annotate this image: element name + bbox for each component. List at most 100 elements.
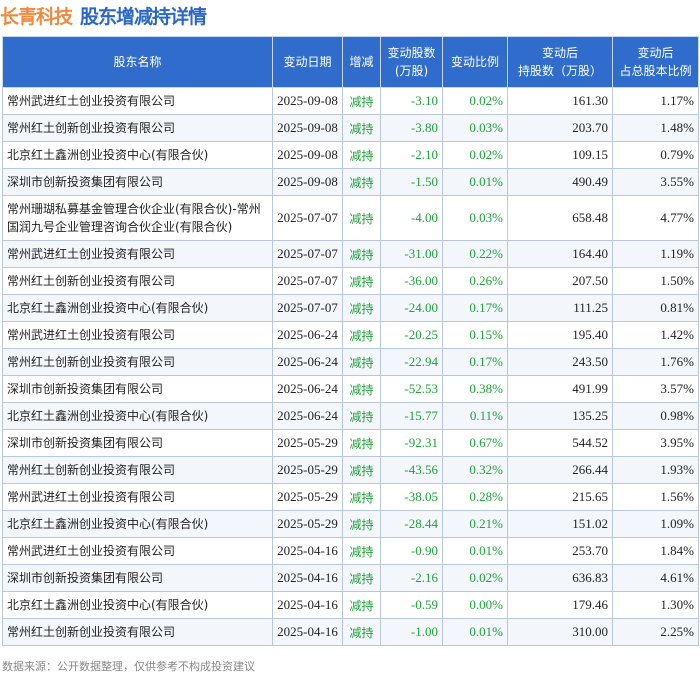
change-ratio: 0.21% [442,510,508,538]
change-direction: 减持 [342,294,381,322]
change-date: 2025-06-24 [272,402,343,430]
change-shares: -2.16 [380,564,443,592]
shares-after: 544.52 [507,429,613,457]
shareholder-name: 常州红土创新创业投资有限公司 [2,114,273,142]
change-ratio: 0.26% [442,267,508,295]
ratio-after: 0.98% [612,402,699,430]
change-date: 2025-09-08 [272,114,343,142]
shareholder-name: 常州武进红土创业投资有限公司 [2,483,273,511]
change-direction: 减持 [342,564,381,592]
change-ratio: 0.01% [442,537,508,565]
table-row: 常州红土创新创业投资有限公司 2025-07-07 减持 -36.00 0.26% 207… [2,267,699,295]
ratio-after: 3.95% [612,429,699,457]
change-direction: 减持 [342,537,381,565]
table-row: 北京红土鑫洲创业投资中心(有限合伙) 2025-07-07 减持 -24.00 0.17… [2,294,699,322]
shares-after: 203.70 [507,114,613,142]
shares-after: 195.40 [507,321,613,349]
shares-after: 266.44 [507,456,613,484]
change-shares: -20.25 [380,321,443,349]
ratio-after: 0.79% [612,141,699,169]
change-shares: -38.05 [380,483,443,511]
change-ratio: 0.02% [442,141,508,169]
shares-after: 135.25 [507,402,613,430]
change-date: 2025-07-07 [272,294,343,322]
shares-after: 215.65 [507,483,613,511]
column-header: 增减 [342,36,381,88]
change-shares: -52.53 [380,375,443,403]
change-shares: -3.80 [380,114,443,142]
shareholder-name: 常州武进红土创业投资有限公司 [2,87,273,115]
change-date: 2025-05-29 [272,510,343,538]
ratio-after: 1.50% [612,267,699,295]
change-date: 2025-07-07 [272,240,343,268]
column-header: 变动后 占总股本比例 [612,36,699,88]
change-shares: -1.50 [380,168,443,196]
ratio-after: 1.48% [612,114,699,142]
change-date: 2025-09-08 [272,141,343,169]
change-shares: -15.77 [380,402,443,430]
change-direction: 减持 [342,321,381,349]
shareholder-name: 北京红土鑫洲创业投资中心(有限合伙) [2,141,273,169]
shareholder-name: 常州红土创新创业投资有限公司 [2,267,273,295]
change-ratio: 0.03% [442,114,508,142]
change-shares: -0.90 [380,537,443,565]
change-direction: 减持 [342,114,381,142]
shares-after: 658.48 [507,195,613,241]
change-ratio: 0.28% [442,483,508,511]
change-ratio: 0.02% [442,564,508,592]
shares-after: 243.50 [507,348,613,376]
table-row: 深圳市创新投资集团有限公司 2025-04-16 减持 -2.16 0.02% 636.8… [2,564,699,592]
ratio-after: 1.93% [612,456,699,484]
change-date: 2025-05-29 [272,456,343,484]
change-direction: 减持 [342,141,381,169]
column-header: 变动股数 (万股) [380,36,443,88]
change-shares: -31.00 [380,240,443,268]
change-date: 2025-05-29 [272,429,343,457]
table-row: 深圳市创新投资集团有限公司 2025-06-24 减持 -52.53 0.38% 491.… [2,375,699,403]
table-row: 常州武进红土创业投资有限公司 2025-06-24 减持 -20.25 0.15% 195… [2,321,699,349]
column-header: 股东名称 [2,36,273,88]
table-row: 常州红土创新创业投资有限公司 2025-04-16 减持 -1.00 0.01% 310.… [2,618,699,646]
shares-after: 310.00 [507,618,613,646]
ratio-after: 1.19% [612,240,699,268]
change-shares: -1.00 [380,618,443,646]
table-row: 常州武进红土创业投资有限公司 2025-05-29 减持 -38.05 0.28% 215… [2,483,699,511]
data-source-note: 数据来源：公开数据整理，仅供参考不构成投资建议 [2,660,255,673]
change-ratio: 0.11% [442,402,508,430]
table-row: 常州红土创新创业投资有限公司 2025-05-29 减持 -43.56 0.32% 266… [2,456,699,484]
change-ratio: 0.01% [442,618,508,646]
shareholder-name: 常州武进红土创业投资有限公司 [2,321,273,349]
shareholder-name: 北京红土鑫洲创业投资中心(有限合伙) [2,591,273,619]
change-date: 2025-04-16 [272,537,343,565]
change-direction: 减持 [342,429,381,457]
change-date: 2025-06-24 [272,348,343,376]
shares-after: 636.83 [507,564,613,592]
company-name: 长青科技 [0,6,73,28]
change-direction: 减持 [342,618,381,646]
page-title: 长青科技 股东增减持详情 [0,2,207,29]
change-date: 2025-06-24 [272,321,343,349]
change-direction: 减持 [342,168,381,196]
change-direction: 减持 [342,456,381,484]
ratio-after: 1.30% [612,591,699,619]
change-direction: 减持 [342,402,381,430]
change-direction: 减持 [342,348,381,376]
ratio-after: 1.17% [612,87,699,115]
shares-after: 111.25 [507,294,613,322]
shares-after: 253.70 [507,537,613,565]
shareholder-name: 常州红土创新创业投资有限公司 [2,618,273,646]
table-row: 北京红土鑫洲创业投资中心(有限合伙) 2025-09-08 减持 -2.10 0.02%… [2,141,699,169]
change-ratio: 0.32% [442,456,508,484]
change-shares: -43.56 [380,456,443,484]
change-ratio: 0.03% [442,195,508,241]
change-direction: 减持 [342,87,381,115]
change-ratio: 0.67% [442,429,508,457]
change-direction: 减持 [342,375,381,403]
change-direction: 减持 [342,267,381,295]
shareholder-name: 常州武进红土创业投资有限公司 [2,240,273,268]
shares-after: 491.99 [507,375,613,403]
change-date: 2025-05-29 [272,483,343,511]
ratio-after: 3.57% [612,375,699,403]
shares-after: 179.46 [507,591,613,619]
table-row: 常州武进红土创业投资有限公司 2025-07-07 减持 -31.00 0.22% 164… [2,240,699,268]
